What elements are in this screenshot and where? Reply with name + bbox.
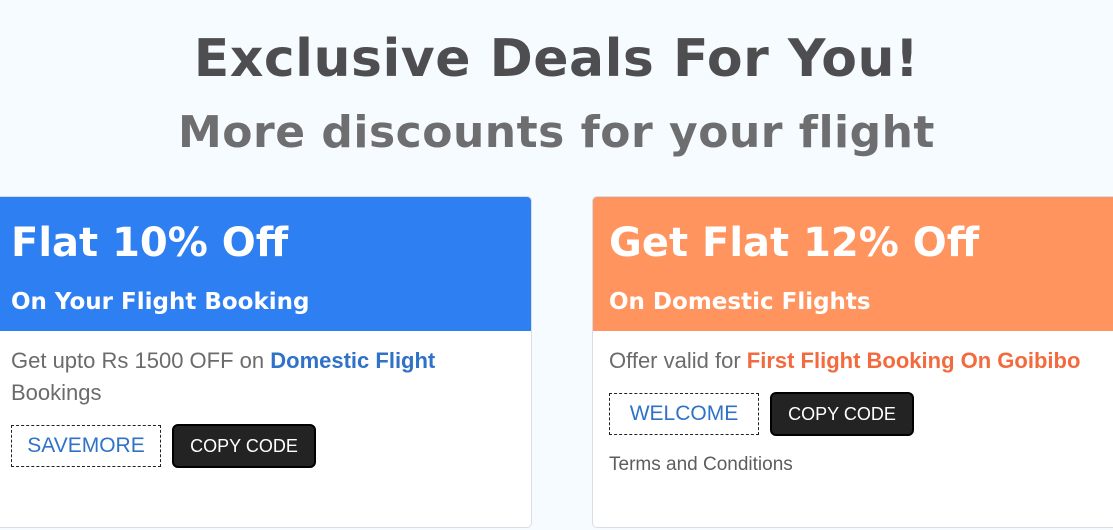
offer-description: Get upto Rs 1500 OFF on Domestic Flight … — [11, 345, 515, 409]
offer-desc-suffix: Bookings — [11, 380, 102, 405]
offer-heading: Flat 10% Off — [11, 220, 289, 266]
copy-code-button[interactable]: COPY CODE — [172, 424, 316, 468]
offer-card-body: Offer valid for First Flight Booking On … — [593, 331, 1113, 476]
offer-desc-highlight: Domestic Flight — [270, 348, 436, 373]
offer-desc-prefix: Offer valid for — [609, 348, 747, 373]
page-subtitle: More discounts for your flight — [178, 107, 935, 158]
offer-heading: Get Flat 12% Off — [609, 220, 980, 266]
offer-desc-highlight: First Flight Booking On Goibibo — [746, 348, 1081, 373]
coupon-row: SAVEMORE COPY CODE — [11, 424, 515, 468]
offer-subheading: On Your Flight Booking — [11, 289, 310, 315]
coupon-code[interactable]: WELCOME — [609, 393, 759, 435]
offer-card-body: Get upto Rs 1500 OFF on Domestic Flight … — [0, 331, 531, 468]
offer-card-1: Flat 10% Off On Your Flight Booking Get … — [0, 196, 532, 528]
page-title: Exclusive Deals For You! — [193, 29, 920, 89]
offer-card-header: Get Flat 12% Off On Domestic Flights — [593, 197, 1113, 331]
offer-desc-prefix: Get upto Rs 1500 OFF on — [11, 348, 271, 373]
offer-description: Offer valid for First Flight Booking On … — [609, 345, 1105, 377]
offer-card-2: Get Flat 12% Off On Domestic Flights Off… — [592, 196, 1113, 528]
offer-card-header: Flat 10% Off On Your Flight Booking — [0, 197, 531, 331]
offer-subheading: On Domestic Flights — [609, 289, 871, 315]
deals-page: Exclusive Deals For You! More discounts … — [0, 0, 1113, 530]
coupon-row: WELCOME COPY CODE — [609, 392, 1105, 436]
terms-link[interactable]: Terms and Conditions — [609, 454, 1105, 476]
coupon-code[interactable]: SAVEMORE — [11, 425, 161, 467]
copy-code-button[interactable]: COPY CODE — [770, 392, 914, 436]
